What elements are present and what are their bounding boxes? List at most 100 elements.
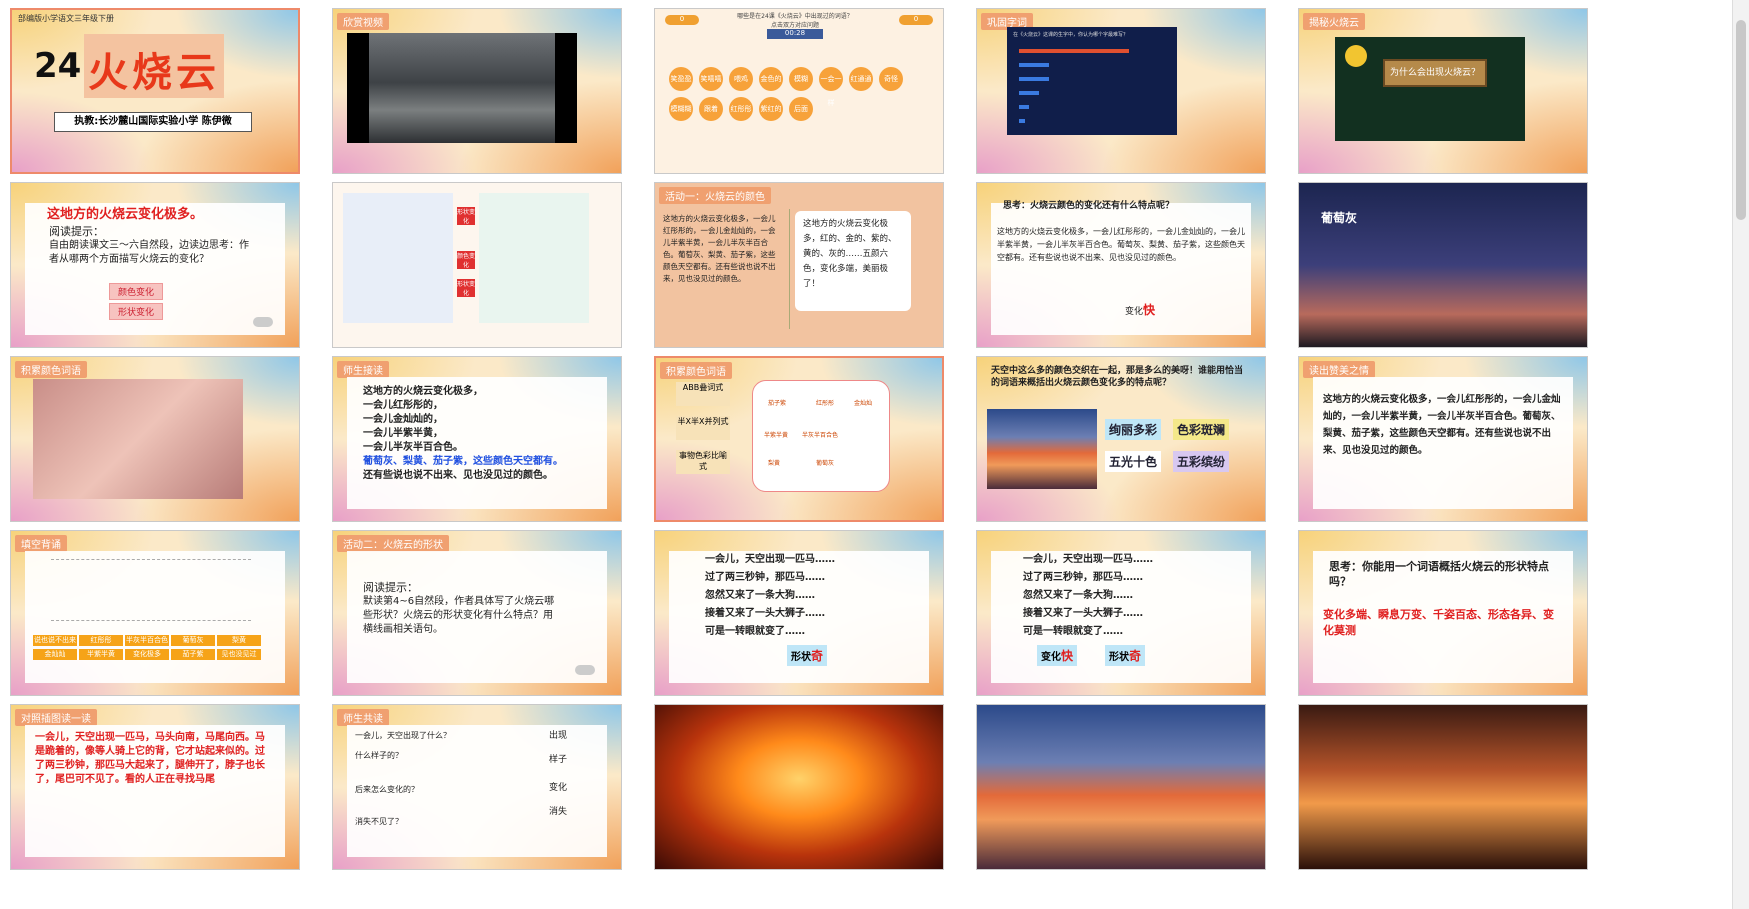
- answer-chip[interactable]: 五光十色: [1105, 451, 1162, 472]
- slide-thumb-4[interactable]: 巩固字词 在《火烧云》这课的生字中，你认为哪个字最难写？ 4: [966, 0, 1266, 193]
- slide-preview[interactable]: 师生接读 这地方的火烧云变化极多， 一会儿红彤彤的， 一会儿金灿灿的， 一会儿半…: [332, 356, 622, 522]
- slide-preview[interactable]: 积累颜色词语 ABB叠词式 半X半X并列式 事物色彩比喻式 茄子紫 红彤彤 金灿…: [654, 356, 944, 522]
- slide-thumb-10[interactable]: 葡萄灰 10: [1288, 174, 1588, 367]
- slide-thumb-2[interactable]: 欣赏视频 2: [322, 0, 622, 193]
- answer-chip[interactable]: 五彩缤纷: [1173, 451, 1230, 472]
- word-balloon[interactable]: 笑嘻嘻: [699, 67, 723, 91]
- slide-preview[interactable]: 天空中这么多的颜色交织在一起，那是多么的美呀！谁能用恰当的词语来概括出火烧云颜色…: [976, 356, 1266, 522]
- word-chip[interactable]: 红彤彤: [816, 398, 834, 407]
- slide-preview[interactable]: 一会儿，天空出现一匹马…… 过了两三秒钟，那匹马…… 忽然又来了一条大狗…… 接…: [976, 530, 1266, 696]
- slide-preview[interactable]: 填空背诵 说也说不出来 红彤彤 半灰半百合色 葡萄灰 梨黄 金灿灿 半紫半黄 变…: [10, 530, 300, 696]
- slide-preview[interactable]: 活动一：火烧云的颜色 这地方的火烧云变化极多，一会儿红彤彤的，一会儿金灿灿的，一…: [654, 182, 944, 348]
- word-chip[interactable]: 变化极多: [125, 649, 169, 660]
- slide-thumb-3[interactable]: 0 0 哪些是在24课《火烧云》中出现过的词语？ 点击双方对应问题 00:28 …: [644, 0, 944, 193]
- word-balloon[interactable]: 奇怪: [879, 67, 903, 91]
- slide-thumb-11[interactable]: 积累颜色词语 11: [0, 348, 300, 541]
- word-chip[interactable]: 梨黄: [768, 458, 780, 467]
- slide-preview[interactable]: 活动二：火烧云的形状 阅读提示： 默读第4~6自然段，作者具体写了火烧云哪些形状…: [332, 530, 622, 696]
- word-balloon[interactable]: 模糊: [789, 67, 813, 91]
- word-balloon[interactable]: 跟着: [699, 97, 723, 121]
- slide-thumb-20[interactable]: 思考：你能用一个词语概括火烧云的形状特点吗？ 变化多端、瞬息万变、千姿百态、形态…: [1288, 522, 1588, 715]
- slide-thumb-17[interactable]: 活动二：火烧云的形状 阅读提示： 默读第4~6自然段，作者具体写了火烧云哪些形状…: [322, 522, 622, 715]
- word-chip[interactable]: 葡萄灰: [171, 635, 215, 646]
- word-chip[interactable]: 茄子紫: [171, 649, 215, 660]
- slide-thumb-13[interactable]: 积累颜色词语 ABB叠词式 半X半X并列式 事物色彩比喻式 茄子紫 红彤彤 金灿…: [644, 348, 944, 541]
- slide-thumb-16[interactable]: 填空背诵 说也说不出来 红彤彤 半灰半百合色 葡萄灰 梨黄 金灿灿 半紫半黄 变…: [0, 522, 300, 715]
- word-chip[interactable]: 见也没见过: [217, 649, 261, 660]
- slide-thumb-24[interactable]: [966, 696, 1266, 870]
- word-chip[interactable]: 半紫半黄: [79, 649, 123, 660]
- audio-toggle-icon[interactable]: [575, 665, 595, 675]
- slide-preview[interactable]: 师生共读 一会儿，天空出现了什么？ 什么样子的？ 后来怎么变化的？ 消失不见了？…: [332, 704, 622, 870]
- slide-preview[interactable]: [654, 704, 944, 870]
- slide-thumb-12[interactable]: 师生接读 这地方的火烧云变化极多， 一会儿红彤彤的， 一会儿金灿灿的， 一会儿半…: [322, 348, 622, 541]
- word-balloon[interactable]: 红通通: [849, 67, 873, 91]
- slide-preview[interactable]: 思考：火烧云颜色的变化还有什么特点呢？ 这地方的火烧云变化极多，一会儿红彤彤的，…: [976, 182, 1266, 348]
- slide-preview[interactable]: 0 0 哪些是在24课《火烧云》中出现过的词语？ 点击双方对应问题 00:28 …: [654, 8, 944, 174]
- series-label: 部编版小学语文三年级下册: [18, 14, 114, 23]
- slide-preview[interactable]: 部编版小学语文三年级下册 24 火烧云 执教:长沙麓山国际实验小学 陈伊微: [10, 8, 300, 174]
- word-chip[interactable]: 梨黄: [217, 635, 261, 646]
- word-balloon[interactable]: 笑盈盈: [669, 67, 693, 91]
- category-card: ABB叠词式: [676, 382, 730, 406]
- audio-toggle-icon[interactable]: [253, 317, 273, 327]
- slide-thumb-5[interactable]: 揭秘火烧云 为什么会出现火烧云？ 5: [1288, 0, 1588, 193]
- slide-thumb-22[interactable]: 师生共读 一会儿，天空出现了什么？ 什么样子的？ 后来怎么变化的？ 消失不见了？…: [322, 696, 622, 870]
- category-card: 事物色彩比喻式: [676, 450, 730, 474]
- word-balloon[interactable]: 喂鸡: [729, 67, 753, 91]
- word-chip[interactable]: 半灰半百合色: [802, 430, 838, 439]
- word-chip[interactable]: 金灿灿: [33, 649, 77, 660]
- slide-thumb-14[interactable]: 天空中这么多的颜色交织在一起，那是多么的美呀！谁能用恰当的词语来概括出火烧云颜色…: [966, 348, 1266, 541]
- slide-thumb-8[interactable]: 活动一：火烧云的颜色 这地方的火烧云变化极多，一会儿红彤彤的，一会儿金灿灿的，一…: [644, 174, 944, 367]
- slide-preview[interactable]: 欣赏视频: [332, 8, 622, 174]
- question-text: 天空中这么多的颜色交织在一起，那是多么的美呀！谁能用恰当的词语来概括出火烧云颜色…: [991, 366, 1244, 388]
- slide-preview[interactable]: 这地方的火烧云变化极多。 阅读提示： 自由朗读课文三～六自然段，边读边思考：作者…: [10, 182, 300, 348]
- slide-tag: 读出赞美之情: [1303, 361, 1375, 378]
- slide-thumb-21[interactable]: 对照插图读一读 一会儿，天空出现一匹马，马头向南，马尾向西。马是跪着的，像等人骑…: [0, 696, 300, 870]
- word-balloon[interactable]: 一会一样: [819, 67, 843, 107]
- slide-preview[interactable]: [976, 704, 1266, 870]
- slide-preview[interactable]: 对照插图读一读 一会儿，天空出现一匹马，马头向南，马尾向西。马是跪着的，像等人骑…: [10, 704, 300, 870]
- word-balloon[interactable]: 后面: [789, 97, 813, 121]
- word-balloon[interactable]: 模糊糊: [669, 97, 693, 121]
- slide-thumb-25[interactable]: [1288, 696, 1588, 870]
- word-balloon[interactable]: 金色的: [759, 67, 783, 91]
- slide-preview[interactable]: 积累颜色词语: [10, 356, 300, 522]
- slide-preview[interactable]: 葡萄灰: [1298, 182, 1588, 348]
- slide-preview[interactable]: 形状变化 颜色变化 形状变化: [332, 182, 622, 348]
- flow-label: 消失: [549, 807, 568, 817]
- vertical-scrollbar[interactable]: [1732, 0, 1749, 909]
- word-balloon[interactable]: 紫红的: [759, 97, 783, 121]
- slide-preview[interactable]: 揭秘火烧云 为什么会出现火烧云？: [1298, 8, 1588, 174]
- word-chip[interactable]: 红彤彤: [79, 635, 123, 646]
- answer-chip[interactable]: 绚丽多彩: [1105, 419, 1162, 440]
- word-chip[interactable]: 金灿灿: [854, 398, 872, 407]
- word-balloon[interactable]: 红彤彤: [729, 97, 753, 121]
- word-chip[interactable]: 说也说不出来: [33, 635, 77, 646]
- word-chip[interactable]: 葡萄灰: [816, 458, 834, 467]
- slide-thumb-23[interactable]: [644, 696, 944, 870]
- video-frame[interactable]: [347, 33, 577, 143]
- scrollbar-thumb[interactable]: [1736, 20, 1746, 220]
- slide-thumb-15[interactable]: 读出赞美之情 这地方的火烧云变化极多，一会儿红彤彤的，一会儿金灿灿的，一会儿半紫…: [1288, 348, 1588, 541]
- slide-thumb-6[interactable]: 这地方的火烧云变化极多。 阅读提示： 自由朗读课文三～六自然段，边读边思考：作者…: [0, 174, 300, 367]
- slide-thumb-1[interactable]: 部编版小学语文三年级下册 24 火烧云 执教:长沙麓山国际实验小学 陈伊微 1: [0, 0, 300, 193]
- slide-thumb-7[interactable]: 形状变化 颜色变化 形状变化 7: [322, 174, 622, 367]
- word-chip[interactable]: 茄子紫: [768, 398, 786, 407]
- slide-thumb-19[interactable]: 一会儿，天空出现一匹马…… 过了两三秒钟，那匹马…… 忽然又来了一条大狗…… 接…: [966, 522, 1266, 715]
- slide-preview[interactable]: 读出赞美之情 这地方的火烧云变化极多，一会儿红彤彤的，一会儿金灿灿的，一会儿半紫…: [1298, 356, 1588, 522]
- video-frame[interactable]: 为什么会出现火烧云？: [1335, 37, 1525, 141]
- slide-preview[interactable]: 一会儿，天空出现一匹马…… 过了两三秒钟，那匹马…… 忽然又来了一条大狗…… 接…: [654, 530, 944, 696]
- shape-change-button[interactable]: 形状变化: [109, 303, 164, 320]
- slide-tag: 师生接读: [337, 361, 389, 378]
- word-chip[interactable]: 半紫半黄: [764, 430, 788, 439]
- color-change-button[interactable]: 颜色变化: [109, 283, 164, 300]
- answer-chip[interactable]: 色彩斑斓: [1173, 419, 1230, 440]
- slide-preview[interactable]: 巩固字词 在《火烧云》这课的生字中，你认为哪个字最难写？: [976, 8, 1266, 174]
- slide-thumb-18[interactable]: 一会儿，天空出现一匹马…… 过了两三秒钟，那匹马…… 忽然又来了一条大狗…… 接…: [644, 522, 944, 715]
- flow-label: 出现: [549, 731, 568, 741]
- slide-preview[interactable]: 思考：你能用一个词语概括火烧云的形状特点吗？ 变化多端、瞬息万变、千姿百态、形态…: [1298, 530, 1588, 696]
- slide-thumb-9[interactable]: 思考：火烧云颜色的变化还有什么特点呢？ 这地方的火烧云变化极多，一会儿红彤彤的，…: [966, 174, 1266, 367]
- word-chip[interactable]: 半灰半百合色: [125, 635, 169, 646]
- slide-preview[interactable]: [1298, 704, 1588, 870]
